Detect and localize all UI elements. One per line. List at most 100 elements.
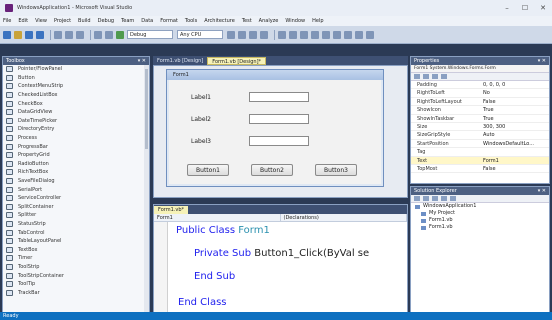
close-button[interactable]: ✕ [534, 4, 552, 12]
toolbox-item[interactable]: Splitter [3, 211, 149, 220]
save-all-icon[interactable] [36, 30, 44, 39]
menu-file[interactable]: File [3, 18, 11, 24]
align-top-icon[interactable] [311, 30, 319, 39]
property-row[interactable]: Tag [411, 148, 549, 157]
toolbox-item[interactable]: SerialPort [3, 185, 149, 194]
menu-build[interactable]: Build [78, 18, 91, 24]
align-middle-icon[interactable] [322, 30, 330, 39]
object-select[interactable]: Form1 System.Windows.Forms.Form [411, 65, 549, 73]
toolbox-item[interactable]: DirectoryEntry [3, 125, 149, 134]
my-project-node[interactable]: My Project [411, 210, 549, 217]
toolbox-item[interactable]: PropertyGrid [3, 151, 149, 160]
menu-tools[interactable]: Tools [185, 18, 197, 24]
textbox3[interactable] [249, 136, 309, 146]
property-row[interactable]: RightToLeft No [411, 89, 549, 98]
toolbox-item[interactable]: TextBox [3, 245, 149, 254]
toolbox-item[interactable]: SaveFileDialog [3, 177, 149, 186]
menu-architecture[interactable]: Architecture [204, 18, 235, 24]
property-row[interactable]: ShowInTaskbar True [411, 115, 549, 123]
menu-test[interactable]: Test [242, 18, 252, 24]
button2[interactable]: Button2 [251, 164, 293, 176]
property-row[interactable]: Size 300, 300 [411, 123, 549, 132]
code-line-1[interactable]: Public Class Form1 [176, 225, 270, 236]
toolbox-item[interactable]: ProgressBar [3, 142, 149, 151]
align-center-icon[interactable] [289, 30, 297, 39]
form-node[interactable]: Form1.vb [411, 224, 549, 231]
solution-config-select[interactable]: Debug [127, 30, 173, 39]
button3[interactable]: Button3 [315, 164, 357, 176]
open-folder-icon[interactable] [14, 30, 22, 39]
refresh-icon[interactable] [432, 196, 438, 201]
toolbox-item[interactable]: CheckBox [3, 99, 149, 108]
toolbox-item[interactable]: RichTextBox [3, 168, 149, 177]
member-select[interactable]: (Declarations) [281, 214, 407, 221]
property-row[interactable]: ShowIcon True [411, 106, 549, 115]
tab-form-design[interactable]: Form1.vb [Design] [153, 57, 207, 65]
form-window[interactable]: Form1 Label1 Label2 Label3 Button1 Butto… [166, 69, 384, 187]
label3[interactable]: Label3 [191, 138, 211, 145]
pin-icon[interactable]: ▾ ✕ [538, 187, 546, 195]
code-line-3[interactable]: End Sub [194, 271, 235, 282]
textbox2[interactable] [249, 114, 309, 124]
toolbox-item[interactable]: DataGridView [3, 108, 149, 117]
menu-edit[interactable]: Edit [18, 18, 28, 24]
property-row-selected[interactable]: Text Form1 [411, 156, 549, 165]
menu-data[interactable]: Data [141, 18, 153, 24]
redo-icon[interactable] [105, 30, 113, 39]
menu-team[interactable]: Team [121, 18, 134, 24]
toolbox-item[interactable]: Timer [3, 254, 149, 263]
toolbox-item[interactable]: DateTimePicker [3, 117, 149, 126]
cut-icon[interactable] [54, 30, 62, 39]
code-line-2[interactable]: Private Sub Button1_Click(ByVal se [194, 248, 369, 259]
align-bottom-icon[interactable] [333, 30, 341, 39]
toolbox-scrollbar[interactable] [144, 65, 149, 317]
toolbox-icon[interactable] [260, 30, 268, 39]
copy-icon[interactable] [65, 30, 73, 39]
button1[interactable]: Button1 [187, 164, 229, 176]
properties-view-icon[interactable] [432, 74, 438, 79]
toolbox-item[interactable]: ToolStrip [3, 263, 149, 272]
label1[interactable]: Label1 [191, 94, 211, 101]
send-back-icon[interactable] [366, 30, 374, 39]
minimize-button[interactable]: – [498, 4, 516, 12]
undo-icon[interactable] [94, 30, 102, 39]
scrollbar-thumb[interactable] [145, 69, 148, 149]
maximize-button[interactable]: ☐ [516, 4, 534, 12]
find-icon[interactable] [227, 30, 235, 39]
start-debugging-icon[interactable] [116, 30, 124, 39]
toolbox-item[interactable]: TableLayoutPanel [3, 237, 149, 246]
platform-select[interactable]: Any CPU [177, 30, 223, 39]
toolbox-item[interactable]: StatusStrip [3, 220, 149, 229]
menu-analyze[interactable]: Analyze [259, 18, 279, 24]
tab-form-code[interactable]: Form1.vb* [154, 206, 188, 214]
toolbox-item[interactable]: RadioButton [3, 160, 149, 169]
class-select[interactable]: Form1 [154, 214, 281, 221]
events-icon[interactable] [441, 74, 447, 79]
property-row[interactable]: StartPosition WindowsDefaultLo... [411, 140, 549, 149]
label2[interactable]: Label2 [191, 116, 211, 123]
toolbox-item[interactable]: ContextMenuStrip [3, 82, 149, 91]
alphabetical-icon[interactable] [423, 74, 429, 79]
toolbox-item[interactable]: ServiceController [3, 194, 149, 203]
property-row[interactable]: Padding 0, 0, 0, 0 [411, 81, 549, 90]
properties-icon[interactable] [414, 196, 420, 201]
paste-icon[interactable] [76, 30, 84, 39]
view-code-icon[interactable] [441, 196, 447, 201]
textbox1[interactable] [249, 92, 309, 102]
properties-icon[interactable] [249, 30, 257, 39]
categorized-icon[interactable] [414, 74, 420, 79]
toolbox-item[interactable]: CheckedListBox [3, 91, 149, 100]
menu-format[interactable]: Format [160, 18, 178, 24]
toolbox-item[interactable]: TrackBar [3, 288, 149, 297]
form-node[interactable]: Form1.vb [411, 217, 549, 224]
form-title-bar[interactable]: Form1 [167, 70, 383, 80]
menu-debug[interactable]: Debug [98, 18, 114, 24]
code-line-4[interactable]: End Class [178, 297, 227, 308]
same-size-icon[interactable] [344, 30, 352, 39]
menu-window[interactable]: Window [285, 18, 305, 24]
solution-explorer-icon[interactable] [238, 30, 246, 39]
property-row[interactable]: RightToLeftLayout False [411, 98, 549, 107]
new-project-icon[interactable] [3, 30, 11, 39]
toolbox-item[interactable]: TabControl [3, 228, 149, 237]
show-all-files-icon[interactable] [423, 196, 429, 201]
